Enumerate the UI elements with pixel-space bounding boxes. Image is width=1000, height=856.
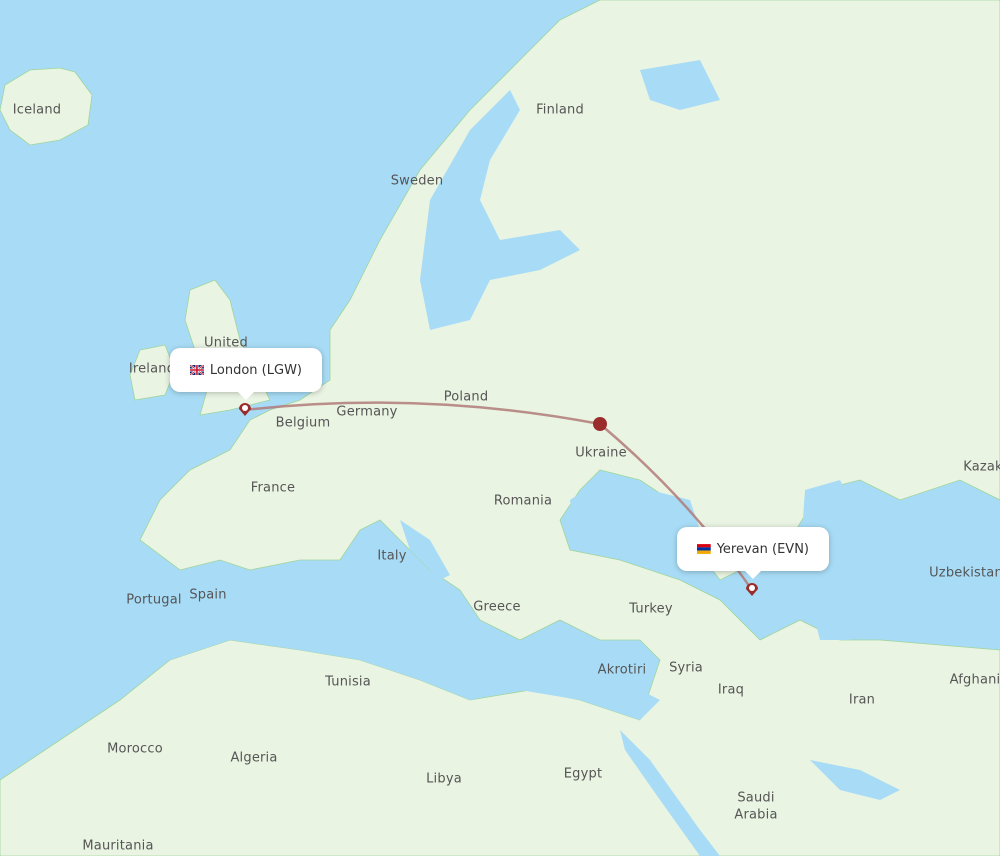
country-label: Mauritania (82, 838, 154, 854)
country-label: France (250, 480, 296, 496)
country-label: Tunisia (325, 674, 371, 690)
origin-pin-icon[interactable] (239, 403, 251, 416)
destination-airport-popup[interactable]: Yerevan (EVN) (677, 527, 829, 579)
country-label: Belgium (275, 415, 331, 431)
united-kingdom-flag-icon (190, 365, 204, 375)
country-label: Iceland (12, 102, 62, 118)
country-label: Uzbekistan (929, 565, 1000, 581)
country-label: Egypt (563, 766, 603, 782)
country-label: Algeria (230, 750, 278, 766)
country-label: Akrotiri (597, 662, 647, 678)
destination-pin-icon[interactable] (746, 583, 758, 596)
country-label: Spain (189, 587, 227, 603)
country-label: Syria (669, 660, 703, 676)
country-label: Greece (473, 599, 521, 615)
destination-airport-label: Yerevan (EVN) (716, 541, 809, 557)
country-label: Portugal (126, 592, 182, 608)
country-label: Germany (336, 404, 398, 420)
country-label: Poland (443, 389, 489, 405)
country-label: Afghani (949, 672, 1000, 688)
origin-airport-label: London (LGW) (209, 362, 302, 378)
country-label: Libya (426, 771, 462, 787)
origin-airport-popup[interactable]: London (LGW) (170, 348, 322, 400)
country-label: Turkey (629, 601, 673, 617)
country-label: Ukraine (575, 445, 627, 461)
country-label: Romania (493, 493, 553, 509)
country-label: Kazak (963, 459, 1000, 475)
country-label: Italy (377, 548, 407, 564)
country-label: Saudi (737, 790, 775, 806)
country-label: Sweden (390, 173, 444, 189)
country-label: Finland (536, 102, 584, 118)
armenia-flag-icon (697, 544, 711, 554)
country-label: Arabia (734, 807, 778, 823)
map-canvas[interactable] (0, 0, 1000, 856)
route-midpoint-marker[interactable] (593, 417, 607, 431)
country-label: Ireland (128, 361, 176, 377)
country-label: Iran (848, 692, 876, 708)
country-label: Iraq (717, 682, 745, 698)
country-label: Morocco (107, 741, 163, 757)
